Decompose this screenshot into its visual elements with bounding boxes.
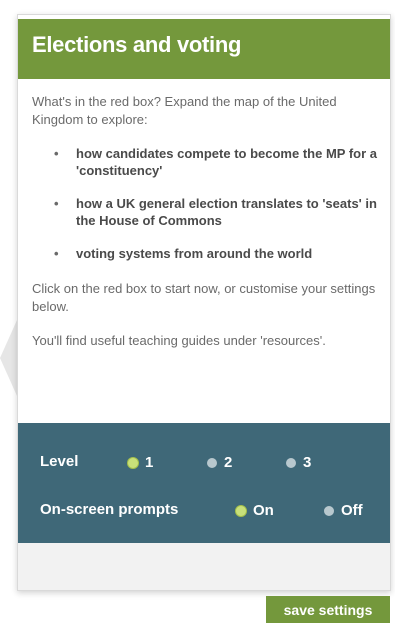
list-item-text: voting systems from around the world	[76, 246, 313, 261]
list-item: • how candidates compete to become the M…	[54, 145, 377, 179]
panel-content: What's in the red box? Expand the map of…	[32, 93, 377, 366]
bullet-icon: •	[54, 146, 59, 161]
panel-title: Elections and voting	[32, 32, 242, 57]
click-instructions: Click on the red box to start now, or cu…	[32, 281, 376, 314]
radio-icon	[286, 457, 296, 468]
prompts-option-label: Off	[341, 502, 363, 519]
prompts-row: On-screen prompts	[40, 497, 178, 521]
level-option-3[interactable]: 3	[286, 454, 311, 471]
bullet-icon: •	[54, 246, 59, 261]
level-option-1[interactable]: 1	[128, 454, 153, 471]
radio-icon	[128, 457, 138, 468]
level-option-label: 3	[303, 454, 312, 471]
radio-icon	[324, 505, 334, 516]
save-settings-button[interactable]: save settings	[266, 596, 390, 623]
list-item-text: how candidates compete to become the MP …	[76, 146, 377, 178]
panel-header: Elections and voting	[18, 19, 390, 79]
list-item: • voting systems from around the world	[54, 245, 377, 262]
level-option-label: 2	[224, 454, 233, 471]
prompts-option-on[interactable]: On	[236, 502, 274, 519]
level-option-label: 1	[145, 454, 154, 471]
level-label: Level	[40, 452, 79, 470]
list-item: • how a UK general election translates t…	[54, 195, 377, 229]
guides-text: You'll find useful teaching guides under…	[32, 333, 326, 348]
radio-icon	[207, 457, 217, 468]
panel-footer	[18, 543, 390, 590]
prompts-option-off[interactable]: Off	[324, 502, 363, 519]
explore-list: • how candidates compete to become the M…	[32, 145, 377, 262]
list-item-text: how a UK general election translates to …	[76, 196, 377, 228]
prompts-option-label: On	[253, 502, 274, 519]
prompts-label: On-screen prompts	[40, 500, 179, 518]
radio-icon	[236, 505, 246, 516]
bullet-icon: •	[54, 196, 59, 211]
level-row: Level	[40, 449, 78, 473]
settings-box: Level 1 2 3 On-screen prompts On Off	[18, 423, 390, 543]
level-option-2[interactable]: 2	[207, 454, 232, 471]
elections-panel: Elections and voting What's in the red b…	[17, 14, 391, 591]
intro-text: What's in the red box? Expand the map of…	[32, 94, 337, 127]
